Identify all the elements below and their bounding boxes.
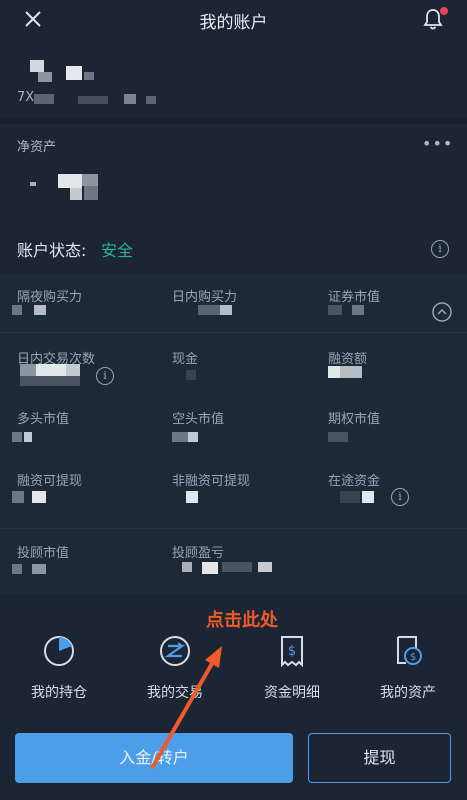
account-status-label: 账户状态: — [17, 241, 87, 260]
collapse-chevron-icon[interactable] — [432, 302, 452, 322]
net-assets-section: 净资产 ••• 账户状态: 安全 i — [0, 124, 467, 269]
click-here-annotation: 点击此处 — [206, 610, 278, 631]
nav-my-assets[interactable]: $ 我的资产 — [358, 634, 458, 702]
deposit-transfer-button[interactable]: 入金/转户 — [15, 733, 293, 783]
account-status-value: 安全 — [101, 241, 134, 260]
funds-in-transit-label: 在途资金 — [328, 474, 381, 489]
non-margin-withdrawable-label: 非融资可提现 — [172, 474, 251, 489]
long-value-label: 多头市值 — [17, 412, 70, 427]
info-icon[interactable]: i — [431, 240, 449, 258]
nav-my-trades[interactable]: 我的交易 — [125, 634, 225, 702]
nav-label: 我的资产 — [380, 685, 436, 701]
account-metrics-grid: 隔夜购买力 日内购买力 证券市值 日内交易次数 现金 融资额 i 多头市值 空头… — [0, 274, 467, 594]
margin-withdrawable-label: 融资可提现 — [17, 474, 83, 489]
info-icon[interactable]: i — [391, 488, 409, 506]
nav-fund-details[interactable]: $ 资金明细 — [242, 634, 342, 702]
receipt-icon: $ — [281, 636, 303, 668]
overnight-buying-power-label: 隔夜购买力 — [17, 290, 83, 305]
notification-dot — [440, 7, 448, 15]
securities-value-label: 证券市值 — [328, 290, 381, 305]
more-icon[interactable]: ••• — [422, 134, 453, 153]
advisory-pnl-label: 投顾盈亏 — [172, 546, 225, 561]
advisory-value-label: 投顾市值 — [17, 546, 70, 561]
short-value-label: 空头市值 — [172, 412, 225, 427]
options-value-label: 期权市值 — [328, 412, 381, 427]
assets-icon: $ — [397, 636, 422, 665]
withdraw-button[interactable]: 提现 — [308, 733, 451, 783]
divider — [0, 332, 467, 333]
top-bar: 我的账户 — [0, 0, 467, 40]
nav-my-positions[interactable]: 我的持仓 — [9, 634, 109, 702]
svg-text:$: $ — [410, 652, 416, 663]
nav-label: 资金明细 — [264, 685, 320, 701]
page-title: 我的账户 — [199, 13, 268, 33]
trade-icon — [160, 636, 190, 666]
info-icon[interactable]: i — [96, 367, 114, 385]
divider — [0, 528, 467, 529]
account-id: 7X — [17, 90, 35, 105]
nav-label: 我的交易 — [147, 685, 203, 701]
account-info: 7X — [0, 40, 467, 118]
cash-label: 现金 — [172, 352, 199, 367]
margin-amount-label: 融资额 — [328, 352, 368, 367]
intraday-buying-power-label: 日内购买力 — [172, 290, 238, 305]
pie-chart-icon — [44, 636, 74, 666]
svg-text:$: $ — [288, 644, 296, 659]
nav-label: 我的持仓 — [31, 685, 87, 701]
net-assets-label: 净资产 — [17, 140, 57, 155]
